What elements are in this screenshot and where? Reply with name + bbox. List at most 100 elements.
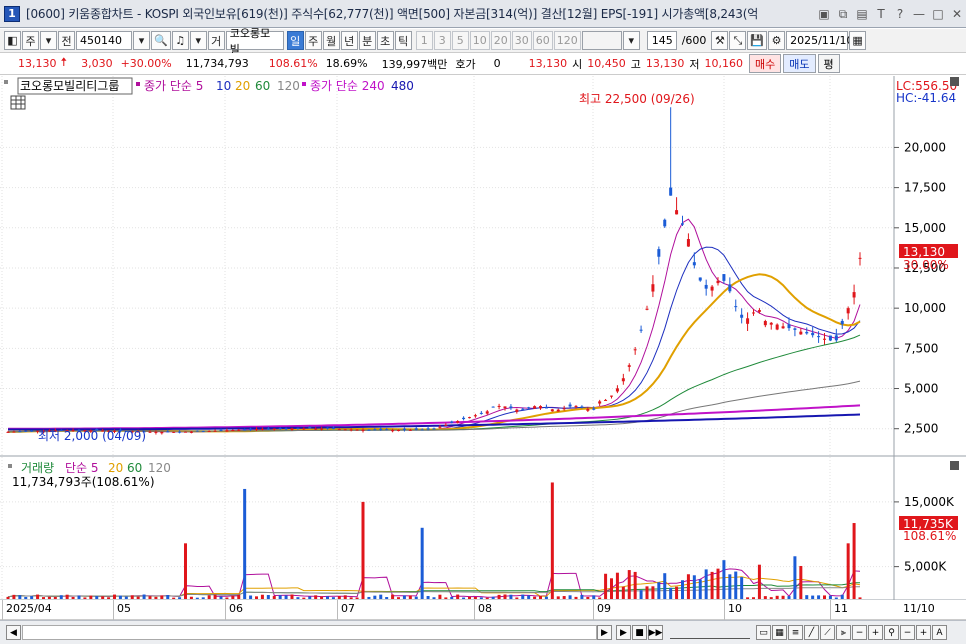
price-panel-toggle[interactable] [950, 77, 959, 86]
stock-code-input[interactable]: 450140 [76, 31, 132, 50]
eval-button[interactable]: 평 [817, 54, 840, 73]
volume-bar [18, 595, 22, 599]
candle-body [355, 429, 359, 431]
volume-bar [231, 595, 235, 599]
interval-button-120[interactable]: 120 [553, 31, 581, 50]
prev-button[interactable]: 전 [58, 31, 75, 50]
help-icon[interactable]: ? [891, 5, 909, 23]
search-icon[interactable]: 🔍 [151, 31, 171, 50]
tab-period-1[interactable]: 주 [304, 31, 322, 50]
volume-value: 11,734,793 [185, 57, 249, 70]
interval-button-30[interactable]: 30 [511, 31, 532, 50]
candle-body [692, 262, 696, 266]
view-icon-2[interactable]: ▦ [772, 625, 787, 640]
sell-button[interactable]: 매도 [783, 54, 816, 73]
x-axis-label: 10 [728, 602, 742, 615]
speaker-dropdown-icon[interactable]: ▾ [189, 31, 207, 50]
minus-icon[interactable]: − [900, 625, 915, 640]
count-input[interactable]: 145 [646, 31, 677, 50]
font-icon[interactable]: T [872, 5, 890, 23]
candle-body [621, 378, 625, 382]
interval-button-10[interactable]: 10 [469, 31, 490, 50]
name-prefix[interactable]: 거 [207, 31, 225, 50]
tab-period-0[interactable]: 일 [286, 31, 304, 50]
speaker-icon[interactable]: ♫ [171, 31, 189, 50]
zoom-out-icon[interactable]: − [852, 625, 867, 640]
tab-period-5[interactable]: 초 [376, 31, 394, 50]
stop-icon[interactable]: ■ [632, 625, 647, 640]
view-icon-1[interactable]: ▭ [756, 625, 771, 640]
interval-button-5[interactable]: 5 [451, 31, 469, 50]
window-icon-1[interactable]: ▣ [815, 5, 833, 23]
stock-chart[interactable]: 20,00017,50015,00012,50010,0007,5005,000… [0, 76, 966, 600]
calendar-icon[interactable]: ▦ [849, 31, 867, 50]
type-dropdown-icon[interactable]: ▾ [40, 31, 57, 50]
minimize-icon[interactable]: — [910, 5, 928, 23]
volume-bar [657, 582, 661, 599]
interval-button-1[interactable]: 1 [415, 31, 433, 50]
maximize-icon[interactable]: □ [929, 5, 947, 23]
interval-dropdown-icon[interactable]: ▾ [622, 31, 640, 50]
interval-input[interactable] [581, 31, 622, 50]
volume-bar [178, 597, 182, 599]
play-icon[interactable]: ▶ [616, 625, 631, 640]
buy-button[interactable]: 매수 [749, 54, 782, 73]
save-icon[interactable]: 💾 [747, 31, 768, 50]
x-axis-label: 09 [597, 602, 611, 615]
ma-legend-label: 종가 단순 5 [144, 79, 203, 93]
magnify-icon[interactable]: ⚲ [884, 625, 899, 640]
candle-body [367, 429, 371, 431]
zoom-in-icon[interactable]: + [868, 625, 883, 640]
candle-body [485, 411, 489, 414]
link-icon[interactable]: ⧉ [834, 5, 852, 23]
table-icon[interactable] [10, 95, 26, 110]
volume-bar [367, 596, 371, 599]
view-icon-3[interactable]: ≡ [788, 625, 803, 640]
interval-button-3[interactable]: 3 [433, 31, 451, 50]
scroll-left-icon[interactable]: ◀ [6, 625, 21, 640]
stock-name-field[interactable]: 코오롱모빌 [225, 27, 284, 56]
candle-body [823, 338, 826, 340]
code-dropdown-icon[interactable]: ▾ [133, 31, 150, 50]
fast-forward-icon[interactable]: ▶▶ [648, 625, 663, 640]
candle-body [663, 219, 667, 227]
candle-body [550, 409, 554, 412]
tab-period-3[interactable]: 년 [340, 31, 358, 50]
chart-menu-icon[interactable]: ◧ [4, 31, 21, 50]
volume-panel-toggle[interactable] [950, 461, 959, 470]
date-input[interactable]: 2025/11/10 [786, 31, 854, 50]
volume-tag-pct: 108.61% [903, 529, 956, 543]
window-controls: ▣ ⧉ ▤ T ? — □ ✕ [815, 5, 966, 23]
chart-type-icon[interactable]: ⫸ [836, 625, 851, 640]
scroll-track[interactable] [22, 625, 597, 640]
layout-icon[interactable]: ▤ [853, 5, 871, 23]
volume-bar [562, 596, 566, 599]
tools-icon[interactable]: ⚒ [711, 31, 729, 50]
draw-icon[interactable]: ╱ [804, 625, 819, 640]
turnover: 18.69% [325, 57, 368, 70]
scroll-right-icon[interactable]: ▶ [597, 625, 612, 640]
zoom-slider[interactable] [670, 627, 750, 639]
candle-body [468, 417, 471, 419]
settings-icon[interactable]: ⚙ [768, 31, 786, 50]
interval-button-20[interactable]: 20 [490, 31, 511, 50]
volume-bar [142, 594, 146, 599]
font-size-icon[interactable]: A [932, 625, 947, 640]
candle-body [349, 429, 353, 431]
type-select[interactable]: 주 [22, 31, 39, 50]
tab-period-6[interactable]: 틱 [394, 31, 412, 50]
tab-period-2[interactable]: 월 [322, 31, 340, 50]
zoom-icon[interactable]: ⤡ [729, 31, 747, 50]
quote-bar: 13,130 🠅 3,030 +30.00% 11,734,793 108.61… [0, 53, 966, 75]
volume-bar [397, 597, 400, 599]
tab-period-4[interactable]: 분 [358, 31, 376, 50]
close-icon[interactable]: ✕ [948, 5, 966, 23]
plus-icon[interactable]: + [916, 625, 931, 640]
interval-button-60[interactable]: 60 [532, 31, 553, 50]
candle-body [722, 274, 726, 281]
volume-bar [118, 595, 122, 599]
window-number-badge[interactable]: 1 [4, 5, 20, 22]
candle-body [314, 428, 318, 430]
price-axis-label: 20,000 [904, 140, 946, 154]
draw-icon-2[interactable]: ⟋ [820, 625, 835, 640]
